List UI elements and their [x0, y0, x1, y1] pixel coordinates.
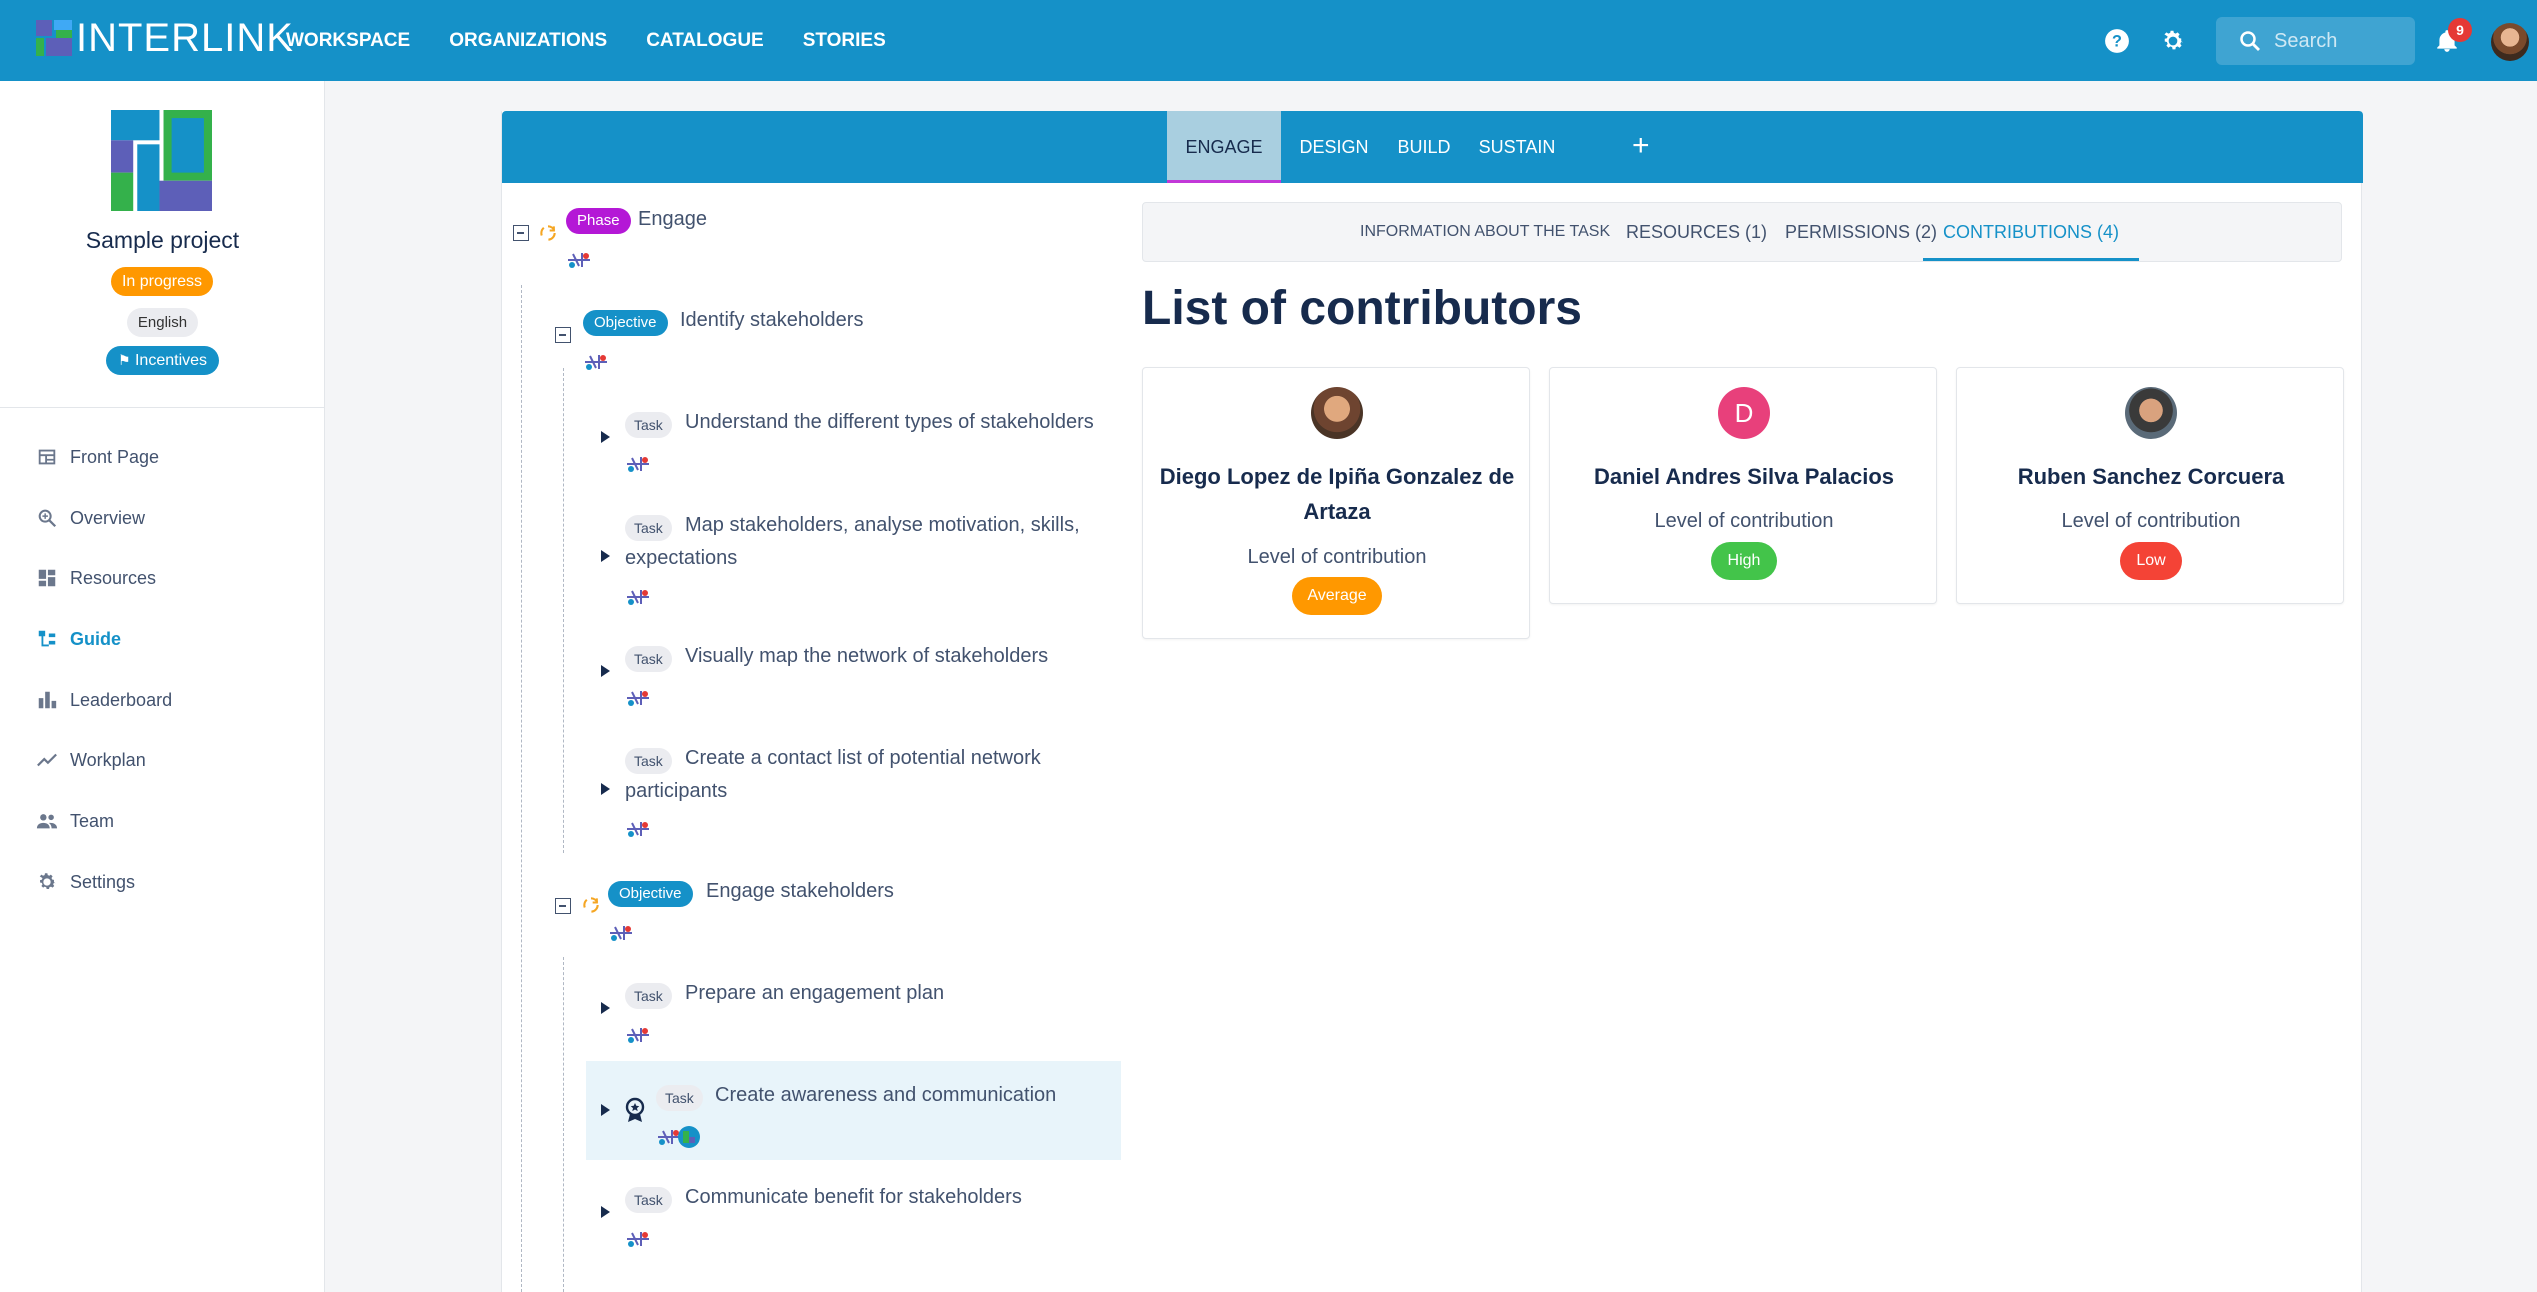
contributor-card: D Daniel Andres Silva Palacios Level of … — [1549, 367, 1937, 604]
trophy-icon: ⚑ — [117, 352, 131, 368]
tab-information[interactable]: INFORMATION ABOUT THE TASK — [1360, 203, 1610, 261]
sidebar-item-label: Guide — [70, 628, 122, 649]
contributors-title: List of contributors — [1142, 282, 1582, 335]
contribution-level-label: Level of contribution — [2061, 510, 2241, 532]
workplan-icon — [37, 753, 57, 767]
avatar — [2125, 387, 2177, 439]
language-badge: English — [127, 308, 198, 337]
contributor-card: Ruben Sanchez Corcuera Level of contribu… — [1956, 367, 2344, 604]
nav-catalogue[interactable]: CATALOGUE — [646, 30, 764, 52]
sidebar-item-label: Overview — [70, 507, 146, 528]
sidebar-item-overview[interactable]: Overview — [36, 503, 145, 533]
contribution-level-badge: Low — [2120, 542, 2182, 580]
contribution-level-label: Level of contribution — [1654, 510, 1834, 532]
tab-contributions[interactable]: CONTRIBUTIONS (4) — [1923, 203, 2140, 261]
task-tabs: INFORMATION ABOUT THE TASK RESOURCES (1)… — [1142, 202, 2342, 262]
sidebar-item-leaderboard[interactable]: Leaderboard — [36, 685, 172, 715]
sidebar-item-label: Leaderboard — [70, 689, 173, 710]
sidebar-item-guide[interactable]: Guide — [36, 624, 121, 654]
sidebar-item-label: Front Page — [70, 446, 160, 467]
sidebar-item-label: Resources — [70, 567, 157, 588]
search-box[interactable] — [2216, 17, 2415, 65]
sidebar-item-label: Team — [70, 810, 115, 831]
nav-organizations[interactable]: ORGANIZATIONS — [449, 30, 607, 52]
user-avatar[interactable] — [2491, 23, 2529, 61]
nav-stories[interactable]: STORIES — [803, 30, 886, 52]
contributor-name: Diego Lopez de Ipiña Gonzalez de Artaza — [1159, 464, 1515, 524]
sidebar-item-label: Workplan — [70, 749, 146, 770]
search-input[interactable] — [2274, 29, 2404, 53]
incentives-badge[interactable]: ⚑ Incentives — [106, 346, 219, 375]
gear-icon — [39, 873, 56, 890]
leaderboard-icon — [38, 691, 57, 709]
sidebar-item-workplan[interactable]: Workplan — [36, 745, 146, 775]
contributor-card: Diego Lopez de Ipiña Gonzalez de Artaza … — [1142, 367, 1530, 639]
overview-icon — [38, 509, 57, 528]
avatar: D — [1718, 387, 1770, 439]
sidebar: Sample project In progress English ⚑ Inc… — [0, 81, 325, 1292]
contributor-name: Ruben Sanchez Corcuera — [2017, 464, 2285, 489]
interlink-logo-icon — [36, 20, 72, 56]
contribution-level-badge: High — [1711, 542, 1777, 580]
sidebar-divider — [0, 407, 325, 408]
top-app-bar: INTERLINK WORKSPACE ORGANIZATIONS CATALO… — [0, 0, 2537, 81]
guide-icon — [38, 630, 56, 647]
contributor-name: Daniel Andres Silva Palacios — [1594, 464, 1894, 489]
help-icon[interactable]: ? — [2104, 28, 2130, 54]
contribution-level-label: Level of contribution — [1247, 546, 1427, 568]
gear-icon[interactable] — [2160, 28, 2186, 54]
main-nav: WORKSPACE ORGANIZATIONS CATALOGUE STORIE… — [286, 0, 925, 81]
team-icon — [36, 814, 58, 829]
project-title: Sample project — [85, 227, 240, 253]
sidebar-item-settings[interactable]: Settings — [36, 867, 135, 897]
front-page-icon — [38, 449, 56, 465]
notification-badge: 9 — [2448, 18, 2472, 42]
incentives-label: Incentives — [134, 352, 208, 369]
status-badge: In progress — [111, 267, 213, 296]
avatar — [1311, 387, 1363, 439]
tab-permissions[interactable]: PERMISSIONS (2) — [1785, 203, 1937, 261]
tab-resources[interactable]: RESOURCES (1) — [1626, 203, 1767, 261]
search-icon — [2240, 31, 2260, 51]
contribution-level-badge: Average — [1292, 577, 1382, 615]
nav-workspace[interactable]: WORKSPACE — [286, 30, 410, 52]
sidebar-item-front-page[interactable]: Front Page — [36, 442, 159, 472]
interlink-logo[interactable]: INTERLINK — [34, 15, 294, 60]
brand-name: INTERLINK — [76, 15, 294, 60]
resources-icon — [38, 569, 56, 587]
project-logo — [111, 110, 212, 211]
svg-text:?: ? — [2112, 32, 2122, 50]
sidebar-item-team[interactable]: Team — [36, 806, 114, 836]
sidebar-item-label: Settings — [70, 871, 136, 892]
sidebar-item-resources[interactable]: Resources — [36, 563, 156, 593]
task-details: INFORMATION ABOUT THE TASK RESOURCES (1)… — [501, 111, 2362, 1292]
